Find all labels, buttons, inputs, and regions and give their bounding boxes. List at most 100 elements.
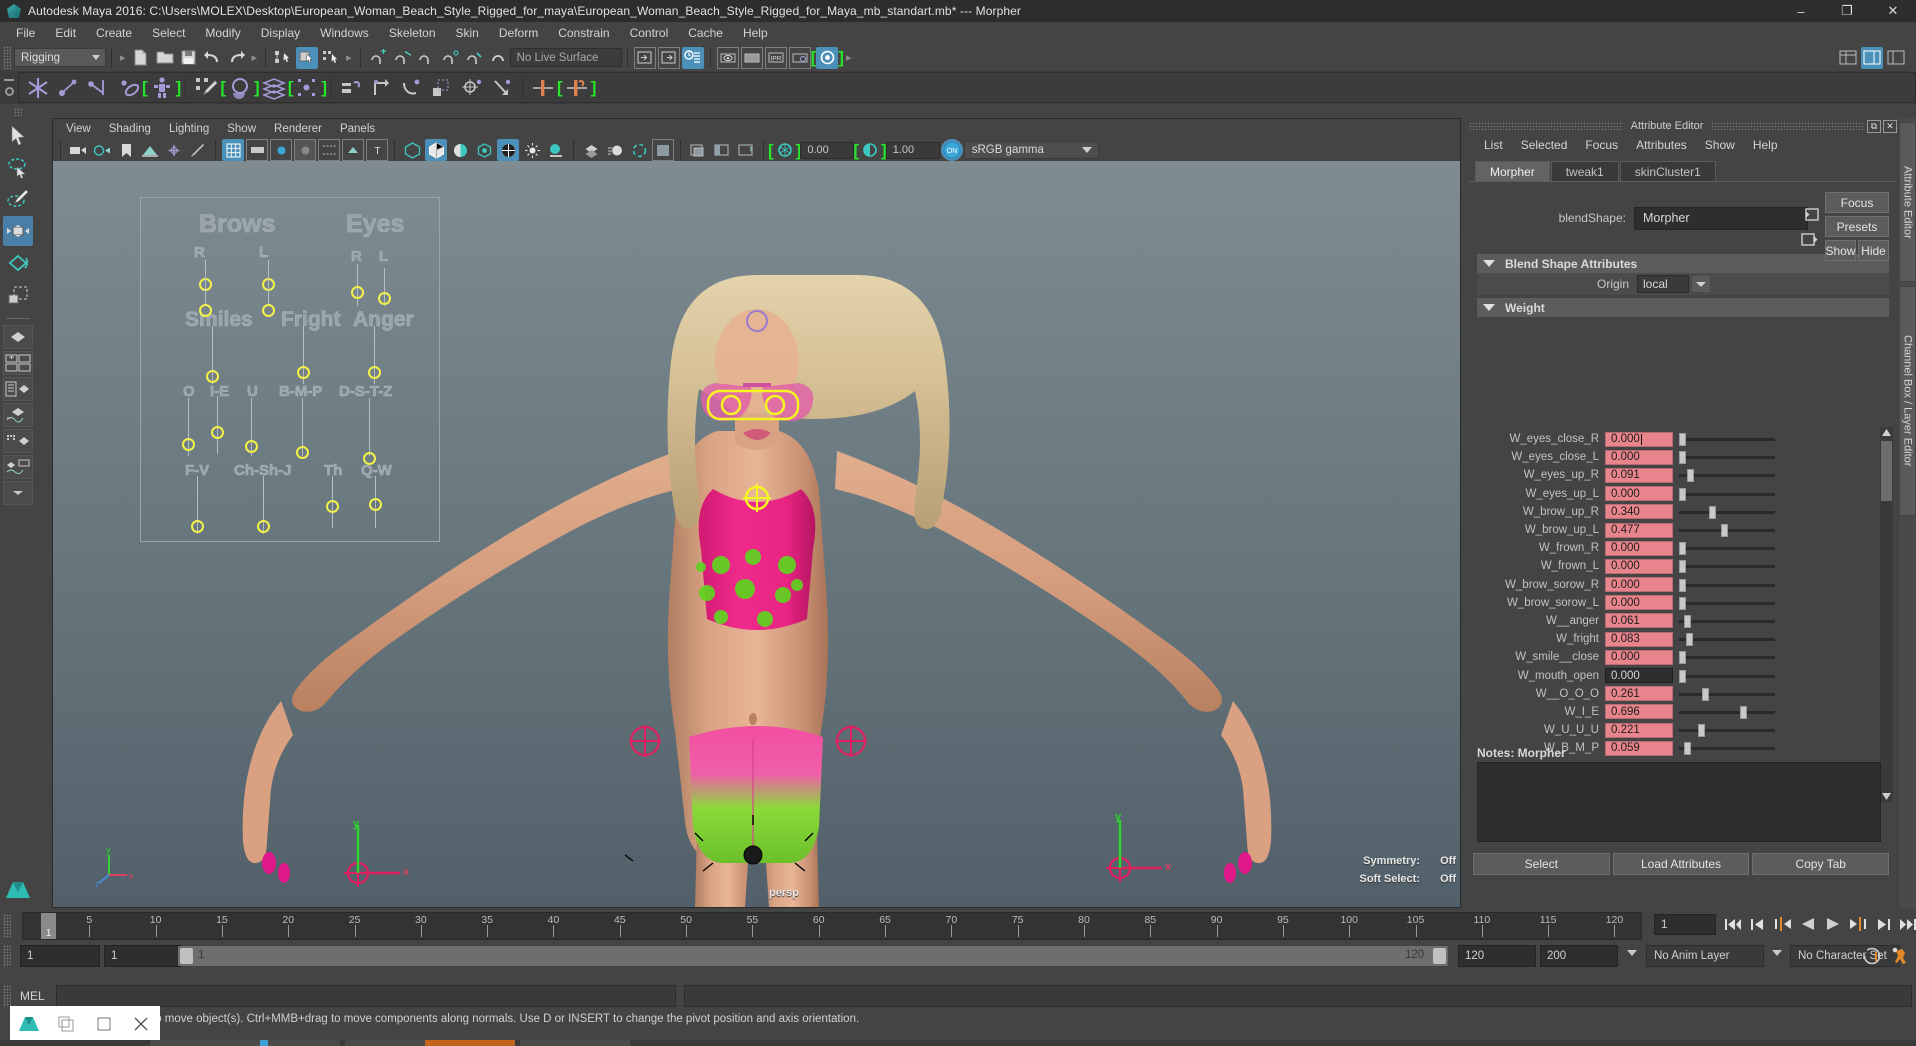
menu-help[interactable]: Help xyxy=(733,24,778,42)
live-surface-field[interactable]: No Live Surface xyxy=(509,48,622,67)
move-tool-button[interactable] xyxy=(3,216,33,246)
step-back-key-icon[interactable] xyxy=(1774,914,1792,934)
load-attributes-button[interactable]: Load Attributes xyxy=(1612,853,1750,875)
panel-gripper[interactable] xyxy=(1469,122,1623,130)
section-chevron[interactable]: ▸ xyxy=(249,51,261,64)
time-slider-gripper[interactable] xyxy=(3,914,11,938)
gamma-field[interactable]: 1.00 xyxy=(885,141,940,159)
exposure-field[interactable]: 0.00 xyxy=(800,141,855,159)
weight-slider[interactable] xyxy=(1679,432,1775,447)
weight-slider[interactable] xyxy=(1679,541,1775,556)
menu-modify[interactable]: Modify xyxy=(195,24,250,42)
viewport-canvas[interactable]: y x y x Brows Eyes R L R L Smiles Fright Anger O I… xyxy=(53,161,1460,907)
menu-windows[interactable]: Windows xyxy=(310,24,379,42)
shading-with-textures-icon[interactable] xyxy=(449,139,471,161)
play-forwards-icon[interactable] xyxy=(1824,914,1842,934)
weight-value-field[interactable]: 0.477 xyxy=(1605,522,1673,538)
range-start-field[interactable]: 1 xyxy=(20,945,100,967)
select-object-icon[interactable] xyxy=(296,46,319,69)
light-display-icon[interactable] xyxy=(521,139,543,161)
weight-row[interactable]: W_U_U_U 0.221 xyxy=(1477,721,1889,739)
hide-button[interactable]: Hide xyxy=(1858,240,1889,261)
select-hierarchy-icon[interactable] xyxy=(272,47,294,69)
control-board-slider-knob[interactable] xyxy=(351,286,364,299)
show-button[interactable]: Show xyxy=(1825,240,1856,261)
close-button[interactable]: ✕ xyxy=(1870,0,1916,22)
menu-create[interactable]: Create xyxy=(86,24,142,42)
weight-row[interactable]: W_brow_up_R 0.340 xyxy=(1477,503,1889,521)
viewport-menu-shading[interactable]: Shading xyxy=(100,122,160,136)
weight-row[interactable]: W_eyes_close_R 0.000 xyxy=(1477,430,1889,448)
weight-slider-handle[interactable] xyxy=(1687,469,1694,483)
menu-skin[interactable]: Skin xyxy=(446,24,489,42)
color-space-selector[interactable]: sRGB gamma xyxy=(963,141,1099,159)
parent-constraint-icon[interactable] xyxy=(338,74,366,102)
section-chevron[interactable]: ▸ xyxy=(117,51,129,64)
two-d-pan-zoom-icon[interactable] xyxy=(163,139,185,161)
weight-value-field[interactable]: 0.000 xyxy=(1605,558,1673,574)
select-button[interactable]: Select xyxy=(1473,853,1610,875)
menu-select[interactable]: Select xyxy=(142,24,195,42)
control-board-slider-knob[interactable] xyxy=(257,520,270,533)
weight-row[interactable]: W_eyes_up_L 0.000 xyxy=(1477,485,1889,503)
show-outliner-icon[interactable] xyxy=(633,46,656,69)
weight-slider-handle[interactable] xyxy=(1679,433,1686,447)
copy-window-icon[interactable] xyxy=(48,1006,86,1042)
ik-spline-handle-icon[interactable] xyxy=(84,74,112,102)
weight-slider[interactable] xyxy=(1679,596,1775,610)
use-all-lights-icon[interactable] xyxy=(473,139,495,161)
weight-slider[interactable] xyxy=(1679,705,1775,719)
time-slider-track[interactable]: 1 5 10 15 20 25 30 35 40 45 50 55 60 65 70 75 80 85 90 95 1… xyxy=(22,912,1642,940)
control-board-slider-knob[interactable] xyxy=(245,440,258,453)
attribute-editor-scrollbar[interactable] xyxy=(1880,427,1893,802)
motion-blur-icon[interactable] xyxy=(604,139,626,161)
dock-tab-channel-box[interactable]: Channel Box / Layer Editor xyxy=(1899,286,1916,516)
dock-tab-attribute-editor[interactable]: Attribute Editor xyxy=(1899,122,1916,282)
weight-slider[interactable] xyxy=(1679,523,1775,538)
focus-button[interactable]: Focus xyxy=(1825,192,1889,213)
ae-menu-list[interactable]: List xyxy=(1475,137,1512,153)
weight-value-field[interactable]: 0.000 xyxy=(1605,449,1673,465)
control-board-slider-knob[interactable] xyxy=(182,438,195,451)
weight-slider-handle[interactable] xyxy=(1679,596,1686,610)
weight-row[interactable]: W_brow_up_L 0.477 xyxy=(1477,521,1889,539)
scrollbar-thumb[interactable] xyxy=(1881,441,1892,501)
hypershade-icon[interactable] xyxy=(816,46,839,69)
viewport-menu-view[interactable]: View xyxy=(57,122,100,136)
origin-selector[interactable]: local xyxy=(1637,275,1689,293)
go-to-end-icon[interactable] xyxy=(1899,914,1916,934)
anim-start-field[interactable]: 1 xyxy=(104,945,182,967)
ik-handle-tool-icon[interactable] xyxy=(54,74,82,102)
tool-settings-toggle-icon[interactable] xyxy=(1885,47,1907,69)
menu-control[interactable]: Control xyxy=(620,24,679,42)
weight-attribute-list[interactable]: W_eyes_close_R 0.000 W_eyes_close_L 0.000 W_… xyxy=(1477,430,1889,756)
time-cursor[interactable]: 1 xyxy=(41,913,56,939)
menu-display[interactable]: Display xyxy=(251,24,310,42)
mirror-joint-icon[interactable] xyxy=(529,74,557,102)
weight-section-header[interactable]: Weight xyxy=(1477,298,1889,317)
toggle-panel-icon[interactable] xyxy=(711,139,733,161)
tab-morpher[interactable]: Morpher xyxy=(1475,161,1550,181)
weight-row[interactable]: W_brow_sorow_R 0.000 xyxy=(1477,576,1889,594)
weight-slider[interactable] xyxy=(1679,669,1775,683)
lasso-tool-button[interactable] xyxy=(3,152,33,182)
anim-layer-dropdown-arrow[interactable] xyxy=(1627,950,1637,956)
scroll-down-icon[interactable] xyxy=(1881,791,1892,802)
weight-value-field[interactable]: 0.000 xyxy=(1605,668,1673,684)
weight-slider-handle[interactable] xyxy=(1679,651,1686,665)
weight-value-field[interactable]: 0.000 xyxy=(1605,595,1673,611)
origin-dropdown-arrow[interactable] xyxy=(1691,275,1711,293)
weight-slider-handle[interactable] xyxy=(1679,487,1686,501)
toolbox-gripper[interactable] xyxy=(14,108,22,116)
ipr-render-icon[interactable]: IPR xyxy=(764,46,787,69)
weight-value-field[interactable]: 0.000 xyxy=(1605,649,1673,665)
viewport-menu-show[interactable]: Show xyxy=(218,122,265,136)
scale-constraint-icon[interactable] xyxy=(428,74,456,102)
presets-button[interactable]: Presets xyxy=(1825,216,1889,237)
weight-row[interactable]: W_fright 0.083 xyxy=(1477,630,1889,648)
anim-layer-selector[interactable]: No Anim Layer xyxy=(1646,945,1764,967)
maya-taskbar-icon[interactable] xyxy=(10,1006,48,1042)
smooth-shading-icon[interactable] xyxy=(425,139,447,161)
persp-uv-layout-button[interactable] xyxy=(3,429,33,453)
ae-menu-attributes[interactable]: Attributes xyxy=(1627,137,1696,153)
